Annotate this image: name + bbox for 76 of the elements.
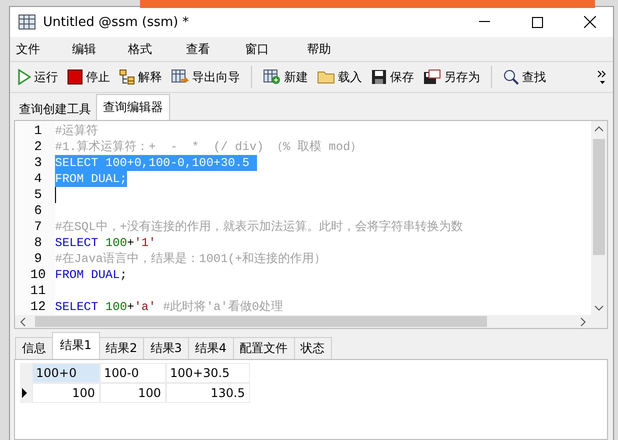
code-text: SELECT 100+0,100-0,100+30.5 xyxy=(55,155,257,171)
code-comment: #此时将'a'看做0处理 xyxy=(163,299,284,315)
code-text: + xyxy=(127,235,134,251)
table-cell: 100 xyxy=(100,383,166,403)
code-text: '1' xyxy=(134,235,156,251)
toolbar-button[interactable]: 查找 xyxy=(501,66,548,88)
tree-icon xyxy=(119,69,135,85)
vertical-scrollbar[interactable] xyxy=(591,121,607,315)
line-number: 2 xyxy=(33,139,43,155)
table-add-icon xyxy=(263,69,281,85)
editor-tab[interactable]: 查询创建工具 xyxy=(14,97,96,120)
column-header[interactable]: 100+30.5 xyxy=(166,363,250,383)
table-cell: 100 xyxy=(32,383,100,403)
toolbar-button[interactable]: 导出向导 xyxy=(169,66,242,88)
toolbar-button[interactable]: 另存为 xyxy=(421,66,482,88)
code-text: 100 xyxy=(105,299,128,315)
toolbar-button[interactable]: 新建 xyxy=(261,66,310,88)
editor-tab[interactable]: 查询编辑器 xyxy=(96,94,170,120)
search-icon xyxy=(503,69,519,85)
menu-item[interactable]: 格式 xyxy=(122,40,180,58)
toolbar-button[interactable]: 停止 xyxy=(65,66,112,88)
app-table-icon xyxy=(18,14,36,30)
result-tab[interactable]: 状态 xyxy=(294,337,332,359)
line-number: 7 xyxy=(33,219,43,235)
line-number: 12 xyxy=(29,299,47,315)
line-number: 4 xyxy=(33,171,43,187)
floppy-disk-icon xyxy=(423,69,441,85)
folder-icon xyxy=(317,70,335,84)
horizontal-scrollbar[interactable] xyxy=(15,315,607,328)
code-text: + xyxy=(127,299,134,315)
code-text: 100 xyxy=(105,235,128,251)
menu-item[interactable]: 查看 xyxy=(180,40,239,58)
toolbar-button[interactable]: 运行 xyxy=(15,66,60,88)
result-tab[interactable]: 结果1 xyxy=(52,332,100,359)
toolbar-button[interactable]: 解释 xyxy=(117,66,164,88)
code-comment: #运算符 xyxy=(55,123,98,139)
result-tab[interactable]: 信息 xyxy=(15,337,53,359)
line-number: 9 xyxy=(33,251,43,267)
menu-item[interactable]: 编辑 xyxy=(66,40,122,58)
more-icon[interactable] xyxy=(597,70,607,84)
stop-icon xyxy=(67,69,83,85)
code-text: ; xyxy=(120,267,128,283)
line-number: 10 xyxy=(29,267,47,283)
line-number: 11 xyxy=(29,283,47,299)
code-editor[interactable] xyxy=(14,120,608,329)
close-icon xyxy=(584,16,596,28)
menu-item[interactable]: 窗口 xyxy=(239,40,301,58)
scroll-left-icon[interactable] xyxy=(19,316,27,326)
line-number: 5 xyxy=(33,187,43,203)
minimize-icon xyxy=(478,21,490,23)
menu-item[interactable]: 文件 xyxy=(10,40,66,58)
line-number: 3 xyxy=(33,155,43,171)
line-number: 8 xyxy=(33,235,43,251)
code-text: 'a' xyxy=(134,299,157,315)
code-comment: #1.算术运算符：+ - * (/ div) （% 取模 mod） xyxy=(55,139,362,155)
toolbar-button[interactable]: 载入 xyxy=(315,66,364,88)
code-text: SELECT xyxy=(55,235,100,251)
column-header[interactable]: 100-0 xyxy=(100,363,166,383)
code-text: SELECT xyxy=(55,299,100,315)
play-icon xyxy=(17,69,31,85)
scroll-up-icon[interactable] xyxy=(594,125,604,133)
code-comment: #在Java语言中，结果是：1001(+和连接的作用） xyxy=(55,251,326,267)
window-title: Untitled @ssm (ssm) * xyxy=(43,14,190,30)
table-export-icon xyxy=(171,69,189,85)
line-number: 1 xyxy=(33,123,43,139)
line-number: 6 xyxy=(33,203,43,219)
code-comment: #在SQL中，+没有连接的作用，就表示加法运算。此时，会将字符串转换为数 xyxy=(55,219,464,235)
scroll-right-icon[interactable] xyxy=(579,316,587,326)
column-header[interactable]: 100+0 xyxy=(32,363,100,383)
maximize-icon xyxy=(532,16,542,28)
table-cell: 130.5 xyxy=(166,383,250,403)
code-text: FROM DUAL; xyxy=(55,171,128,187)
code-text: FROM DUAL xyxy=(55,267,120,283)
toolbar-button[interactable]: 保存 xyxy=(369,66,416,88)
scroll-down-icon[interactable] xyxy=(594,304,604,312)
menu-item[interactable]: 帮助 xyxy=(301,40,347,58)
